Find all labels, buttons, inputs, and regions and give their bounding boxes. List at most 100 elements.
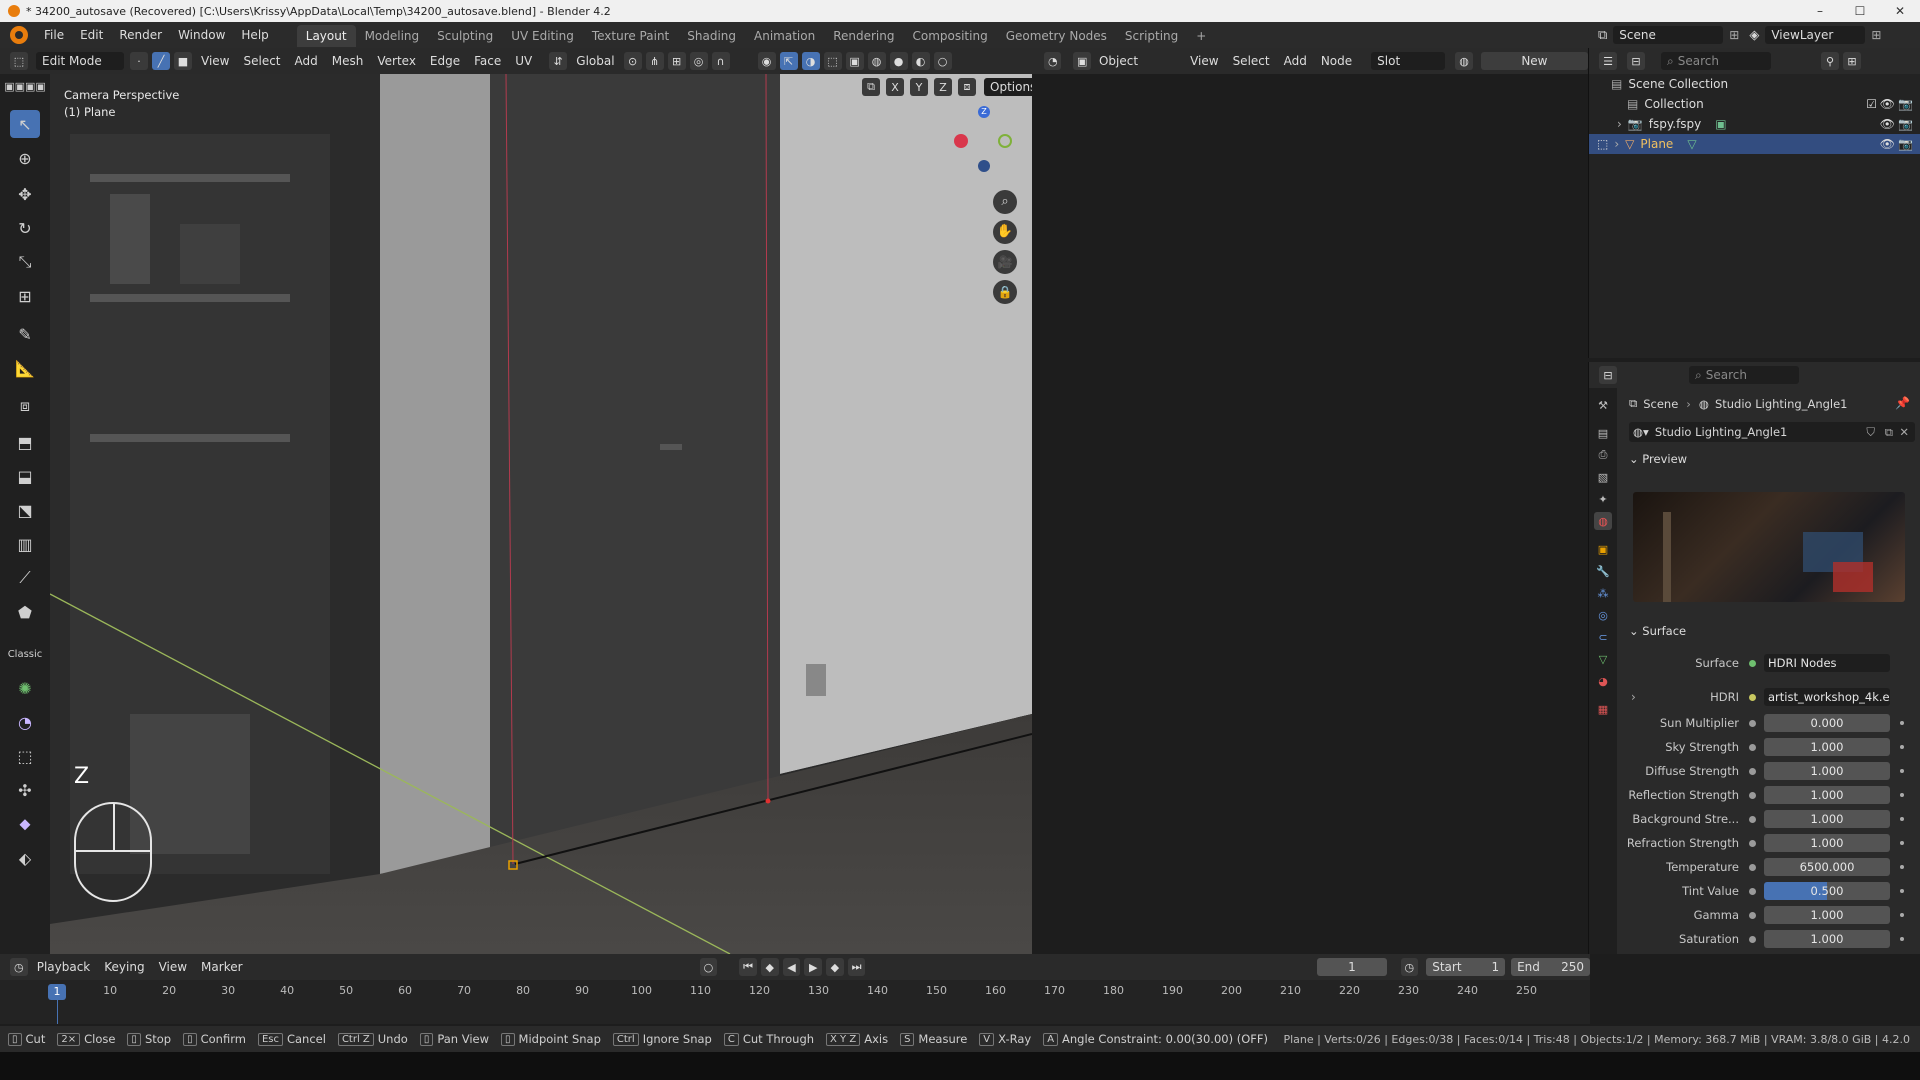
duplicate-icon[interactable]: ⧉ xyxy=(1885,425,1893,440)
refraction-strength-field[interactable]: 1.000 xyxy=(1764,834,1890,852)
select-mode-icons[interactable]: ▣▣▣▣ xyxy=(4,76,46,96)
output-tab-icon[interactable]: ⎙ xyxy=(1594,446,1612,464)
outliner-row-collection[interactable]: ▤ Collection ☑ 👁 📷 xyxy=(1589,94,1920,114)
keyframe-dot[interactable] xyxy=(1900,937,1904,941)
lock-icon[interactable]: 🔒 xyxy=(993,280,1017,304)
shader-node-editor[interactable]: ◔ ▣ Object View Select Add Node Slot ◍ N… xyxy=(1032,48,1588,954)
new-scene-icon[interactable]: ⊞ xyxy=(1729,28,1739,42)
camera-render-icon[interactable]: 📷 xyxy=(1898,137,1913,151)
viewport-menu-select[interactable]: Select xyxy=(236,49,287,73)
diffuse-strength-field[interactable]: 1.000 xyxy=(1764,762,1890,780)
edge-slide-tool-icon[interactable]: ⬚ xyxy=(10,742,40,770)
current-frame-field[interactable]: 1 xyxy=(1317,958,1387,976)
camera-render-icon[interactable]: 📷 xyxy=(1898,97,1913,111)
bevel-tool-icon[interactable]: ⬔ xyxy=(10,496,40,524)
render-tab-icon[interactable]: ▤ xyxy=(1594,424,1612,442)
gamma-field[interactable]: 1.000 xyxy=(1764,906,1890,924)
fake-user-icon[interactable]: ⛉ xyxy=(1866,425,1875,440)
rotate-tool-icon[interactable]: ↻ xyxy=(10,214,40,242)
jump-end-icon[interactable]: ⏭ xyxy=(847,958,866,976)
edge-select-icon[interactable]: ╱ xyxy=(152,52,170,70)
timeline-ruler[interactable]: 10 20 30 40 50 60 70 80 90 100 110 120 130 140 150 160 1… xyxy=(0,980,1590,1024)
minimize-button[interactable]: – xyxy=(1800,0,1840,22)
playback-menu[interactable]: Playback xyxy=(30,955,98,979)
timeline-type-icon[interactable]: ◷ xyxy=(10,958,28,976)
node-menu-add[interactable]: Add xyxy=(1277,49,1314,73)
menu-file[interactable]: File xyxy=(36,22,72,48)
navigation-gizmo[interactable]: Z xyxy=(950,106,1020,176)
tab-layout[interactable]: Layout xyxy=(296,25,356,47)
pin-icon[interactable]: 📌 xyxy=(1895,396,1910,410)
auto-key-icon[interactable]: ○ xyxy=(699,958,718,976)
solid-shading-icon[interactable]: ● xyxy=(889,52,908,70)
view-layer-tab-icon[interactable]: ▧ xyxy=(1594,468,1612,486)
preview-panel-header[interactable]: ⌄ Preview xyxy=(1629,452,1687,466)
eye-icon[interactable]: 👁 xyxy=(1880,137,1895,151)
timeline-view-menu[interactable]: View xyxy=(152,955,194,979)
tool-tab-icon[interactable]: ⚒ xyxy=(1594,396,1612,414)
properties-search-input[interactable]: ⌕ Search xyxy=(1689,366,1799,384)
saturation-field[interactable]: 1.000 xyxy=(1764,930,1890,948)
visibility-icon[interactable]: ◉ xyxy=(757,52,776,70)
mode-selector[interactable]: Edit Mode xyxy=(36,52,124,70)
cursor-tool-icon[interactable]: ⊕ xyxy=(10,144,40,172)
texture-tab-icon[interactable]: ▦ xyxy=(1594,700,1612,718)
node-menu-view[interactable]: View xyxy=(1183,49,1225,73)
hdri-image-field[interactable]: artist_workshop_4k.exr.... xyxy=(1764,688,1890,706)
sky-strength-field[interactable]: 1.000 xyxy=(1764,738,1890,756)
jump-keyframe-forward-icon[interactable]: ◆ xyxy=(826,958,844,976)
pivot-icon[interactable]: ⊙ xyxy=(623,52,642,70)
new-viewlayer-icon[interactable]: ⊞ xyxy=(1871,28,1881,42)
select-box-tool-icon[interactable]: ↖ xyxy=(10,110,40,138)
viewport-menu-vertex[interactable]: Vertex xyxy=(370,49,423,73)
sun-multiplier-field[interactable]: 0.000 xyxy=(1764,714,1890,732)
maximize-button[interactable]: ☐ xyxy=(1840,0,1880,22)
reflection-strength-field[interactable]: 1.000 xyxy=(1764,786,1890,804)
world-tab-icon[interactable]: ◍ xyxy=(1594,512,1612,530)
filter-icon[interactable]: ⚲ xyxy=(1821,52,1839,70)
rip-tool-icon[interactable]: ⬖ xyxy=(10,844,40,872)
exclude-checkbox-icon[interactable]: ☑ xyxy=(1866,97,1877,111)
play-reverse-icon[interactable]: ◀ xyxy=(782,958,801,976)
spin-tool-icon[interactable]: ✺ xyxy=(10,674,40,702)
playhead[interactable]: 1 xyxy=(48,984,66,1000)
keyframe-dot[interactable] xyxy=(1900,745,1904,749)
tab-animation[interactable]: Animation xyxy=(745,25,824,47)
shrink-fatten-tool-icon[interactable]: ✣ xyxy=(10,776,40,804)
editor-type-icon[interactable]: ⬚ xyxy=(10,52,28,70)
start-frame-field[interactable]: Start 1 xyxy=(1426,958,1506,976)
end-frame-field[interactable]: End 250 xyxy=(1511,958,1590,976)
expand-arrow-icon[interactable]: › xyxy=(1614,137,1619,151)
gizmo-z-icon[interactable]: Z xyxy=(978,106,990,118)
slot-selector[interactable]: Slot xyxy=(1371,52,1446,70)
keying-menu[interactable]: Keying xyxy=(97,955,151,979)
tab-geometry-nodes[interactable]: Geometry Nodes xyxy=(997,25,1116,47)
poly-build-tool-icon[interactable]: ⬟ xyxy=(10,598,40,626)
viewport-menu-edge[interactable]: Edge xyxy=(423,49,467,73)
outliner-search-input[interactable]: ⌕ Search xyxy=(1661,52,1771,70)
falloff-icon[interactable]: ∩ xyxy=(711,52,730,70)
new-material-button[interactable]: New xyxy=(1480,52,1588,70)
auto-merge-icon[interactable]: ⧈ xyxy=(958,78,976,96)
gizmo-y-icon[interactable] xyxy=(998,134,1012,148)
node-editor-type-icon[interactable]: ◔ xyxy=(1044,52,1062,70)
mesh-edit-overlay-icon[interactable]: ⬚ xyxy=(823,52,842,70)
axis-x-button[interactable]: X xyxy=(886,78,904,96)
scene-tab-icon[interactable]: ✦ xyxy=(1594,490,1612,508)
eye-icon[interactable]: 👁 xyxy=(1880,97,1895,111)
outliner-row-scene-collection[interactable]: ▤ Scene Collection xyxy=(1589,74,1920,94)
tab-uv-editing[interactable]: UV Editing xyxy=(502,25,583,47)
world-browse-icon[interactable]: ◍▾ xyxy=(1633,425,1649,439)
zoom-icon[interactable]: ⌕ xyxy=(993,190,1017,214)
eye-icon[interactable]: 👁 xyxy=(1880,117,1895,131)
gizmo-x-icon[interactable] xyxy=(954,134,968,148)
keyframe-dot[interactable] xyxy=(1900,841,1904,845)
viewport-menu-view[interactable]: View xyxy=(194,49,236,73)
axis-z-button[interactable]: Z xyxy=(934,78,952,96)
physics-tab-icon[interactable]: ◎ xyxy=(1594,606,1612,624)
camera-render-icon[interactable]: 📷 xyxy=(1898,117,1913,131)
measure-tool-icon[interactable]: 📐 xyxy=(10,354,40,382)
tab-compositing[interactable]: Compositing xyxy=(903,25,996,47)
scale-tool-icon[interactable]: ⤡ xyxy=(10,248,40,276)
3d-viewport[interactable]: Camera Perspective (1) Plane Z ⧉ X Y Z ⧈… xyxy=(50,74,1032,954)
